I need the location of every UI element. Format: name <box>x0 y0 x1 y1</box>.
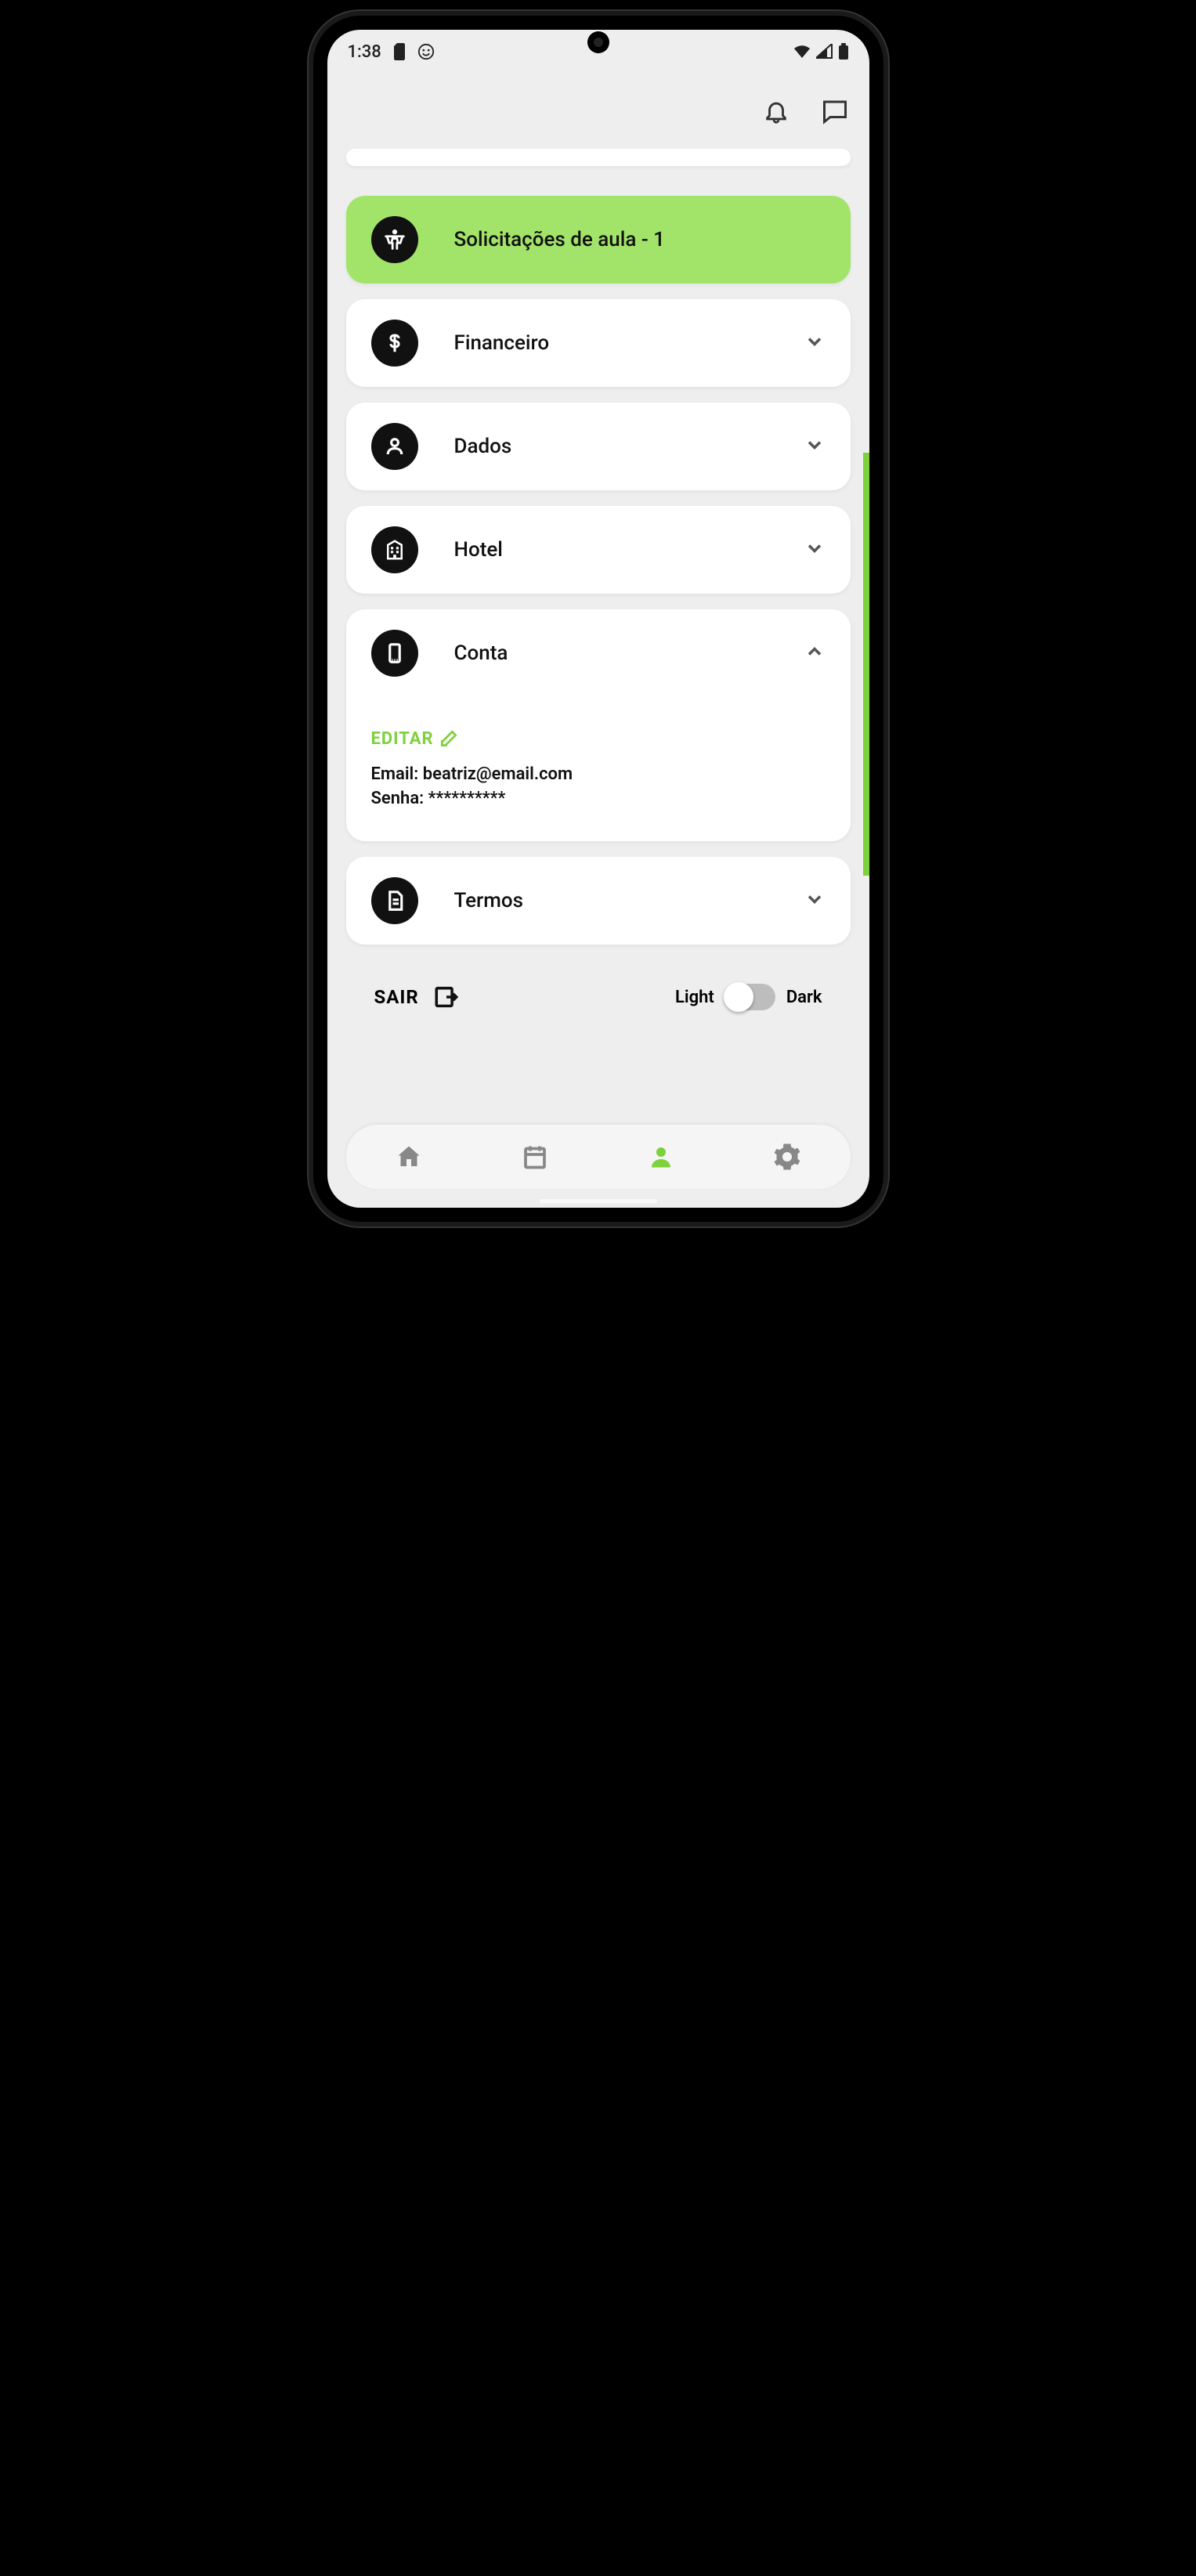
menu-item-hotel[interactable]: Hotel <box>346 506 851 594</box>
menu-label: Conta <box>454 641 804 665</box>
logout-icon <box>433 984 460 1010</box>
chevron-up-icon <box>804 641 826 666</box>
edit-label: EDITAR <box>371 729 434 749</box>
status-time: 1:38 <box>348 42 381 62</box>
edit-account-button[interactable]: EDITAR <box>371 728 826 749</box>
theme-switch[interactable] <box>725 984 775 1010</box>
menu-label: Solicitações de aula - 1 <box>454 228 826 251</box>
nav-settings[interactable] <box>773 1143 801 1171</box>
logout-label: SAIR <box>374 986 419 1008</box>
theme-light-label: Light <box>675 988 714 1007</box>
gear-icon <box>773 1143 801 1171</box>
account-password-row: Senha: ********** <box>371 789 826 808</box>
menu-item-account[interactable]: Conta <box>346 609 851 697</box>
nav-home[interactable] <box>395 1143 423 1171</box>
battery-icon <box>838 43 849 60</box>
building-icon <box>383 538 406 562</box>
logout-button[interactable]: SAIR <box>374 984 460 1010</box>
calendar-icon <box>521 1143 549 1171</box>
scroll-indicator <box>863 453 869 876</box>
content-scroll[interactable]: Solicitações de aula - 1 Financeiro Dado… <box>327 149 869 1125</box>
chevron-down-icon <box>804 434 826 459</box>
notifications-button[interactable] <box>763 98 790 125</box>
weightlift-icon <box>381 226 408 253</box>
phone-icon <box>383 641 406 665</box>
menu-item-terms[interactable]: Termos <box>346 857 851 945</box>
profile-card-peek <box>346 149 851 166</box>
menu-label: Hotel <box>454 538 804 562</box>
dollar-icon <box>383 331 406 355</box>
menu-item-account-group: Conta EDITAR Email: beatriz@email.com <box>346 609 851 841</box>
chevron-down-icon <box>804 888 826 913</box>
home-icon <box>395 1143 423 1171</box>
person-icon <box>383 435 406 458</box>
sd-card-icon <box>392 43 406 60</box>
signal-icon <box>816 44 833 60</box>
chat-icon <box>821 97 849 125</box>
menu-item-requests[interactable]: Solicitações de aula - 1 <box>346 196 851 284</box>
bottom-nav <box>346 1125 851 1189</box>
nav-profile[interactable] <box>647 1143 675 1171</box>
menu-item-data[interactable]: Dados <box>346 403 851 490</box>
menu-label: Dados <box>454 435 804 458</box>
wifi-icon <box>793 44 811 60</box>
person-fill-icon <box>647 1143 675 1171</box>
menu-label: Financeiro <box>454 331 804 355</box>
account-email-row: Email: beatriz@email.com <box>371 764 826 784</box>
theme-dark-label: Dark <box>786 988 822 1007</box>
face-icon <box>417 43 435 60</box>
app-bar <box>327 74 869 149</box>
menu-label: Termos <box>454 889 804 912</box>
nav-calendar[interactable] <box>521 1143 549 1171</box>
document-icon <box>383 889 406 912</box>
menu-item-financial[interactable]: Financeiro <box>346 299 851 387</box>
chat-button[interactable] <box>821 97 849 125</box>
chevron-down-icon <box>804 331 826 356</box>
home-indicator <box>540 1199 657 1203</box>
edit-icon <box>439 728 459 749</box>
bell-icon <box>763 98 790 125</box>
chevron-down-icon <box>804 537 826 562</box>
